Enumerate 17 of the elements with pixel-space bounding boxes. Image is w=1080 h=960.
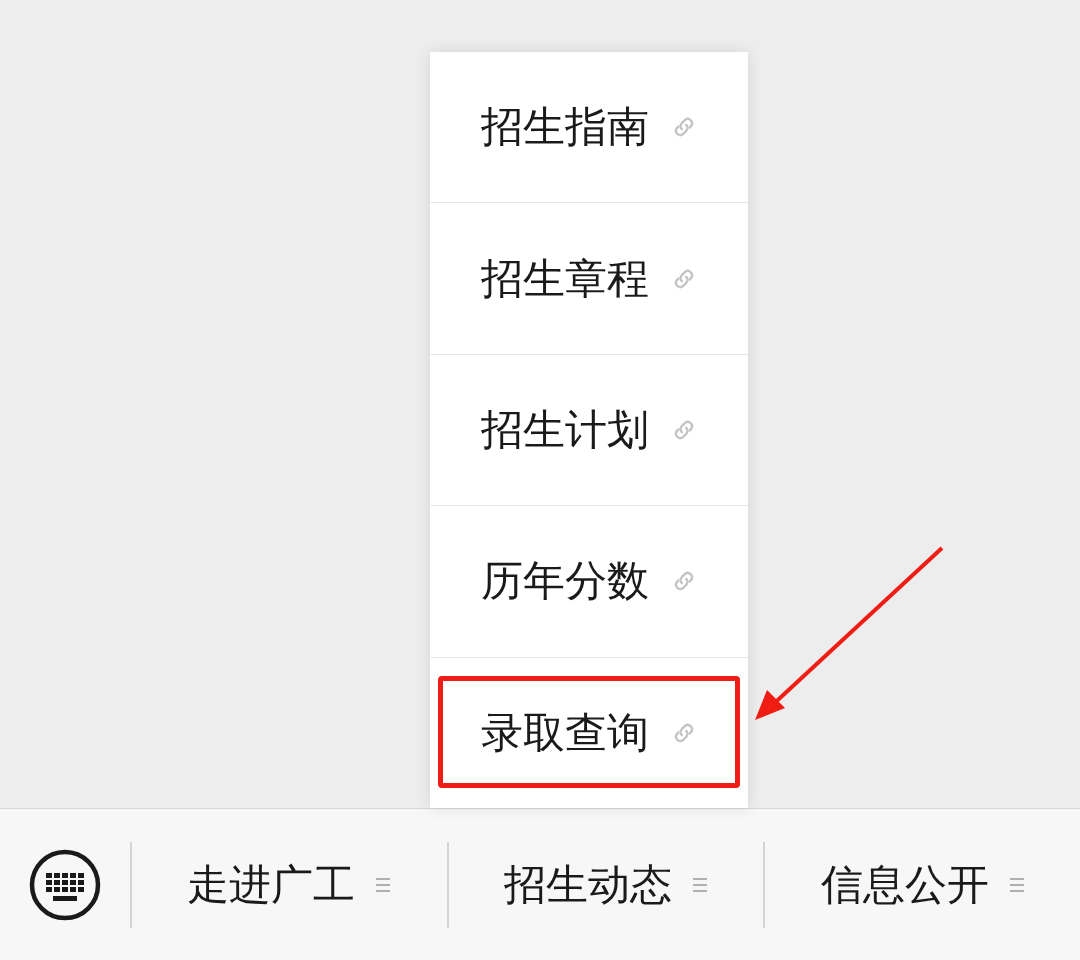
menu-item-label: 招生计划 xyxy=(481,405,649,455)
menu-tab[interactable]: 招生动态 xyxy=(446,841,764,928)
menu-item[interactable]: 招生章程 xyxy=(430,203,748,355)
menu-tab[interactable]: 走进广工 xyxy=(130,841,447,928)
menu-lines-icon xyxy=(1008,875,1025,894)
menu-item[interactable]: 录取查询 xyxy=(430,657,748,809)
menu-item-label: 招生章程 xyxy=(481,253,649,304)
menu-lines-icon xyxy=(375,875,392,894)
menu-item-label: 录取查询 xyxy=(481,707,649,758)
menu-item[interactable]: 招生指南 xyxy=(430,52,748,204)
menu-item[interactable]: 历年分数 xyxy=(430,506,748,658)
menu-lines-icon xyxy=(692,875,708,894)
keyboard-icon[interactable] xyxy=(28,848,101,921)
menu-item-label: 历年分数 xyxy=(481,556,649,607)
menu-item[interactable]: 招生计划 xyxy=(430,354,748,507)
menu-item-label: 招生指南 xyxy=(481,102,649,153)
menu-tab[interactable]: 信息公开 xyxy=(763,841,1080,928)
